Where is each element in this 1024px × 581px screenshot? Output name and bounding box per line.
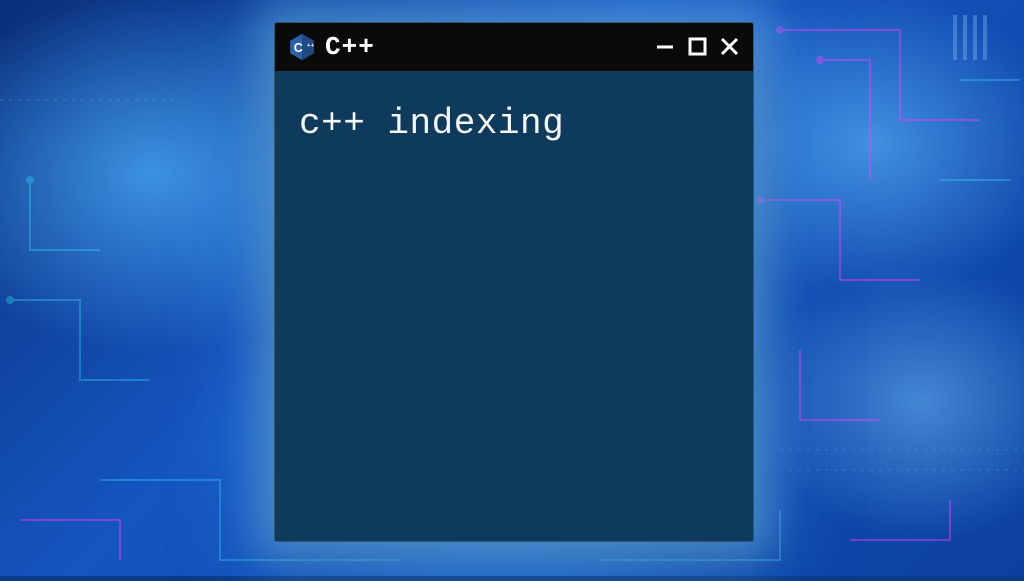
- app-window: C + + C++ c++ indexing: [274, 22, 754, 542]
- window-controls: [655, 36, 741, 58]
- window-title: C++: [325, 32, 375, 62]
- maximize-button[interactable]: [687, 36, 709, 58]
- minimize-button[interactable]: [655, 36, 677, 58]
- cpp-logo-icon: C + +: [287, 32, 317, 62]
- svg-text:+: +: [311, 43, 315, 49]
- titlebar[interactable]: C + + C++: [275, 23, 753, 71]
- code-text: c++ indexing: [299, 103, 729, 144]
- svg-text:C: C: [294, 41, 303, 55]
- window-content: c++ indexing: [275, 71, 753, 541]
- close-button[interactable]: [719, 36, 741, 58]
